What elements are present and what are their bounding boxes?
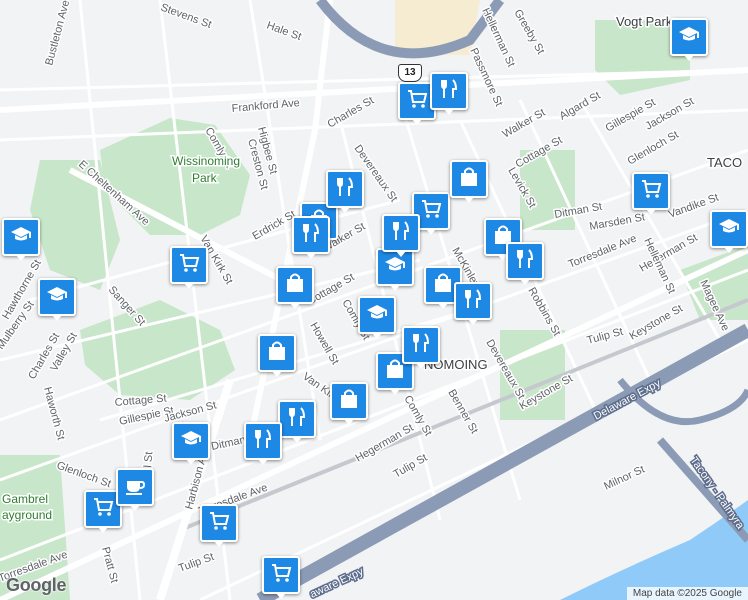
grocery-pin[interactable]	[200, 504, 238, 547]
school-pin[interactable]	[710, 210, 748, 253]
label-howell: Howell St	[307, 321, 341, 367]
restaurant-pin[interactable]	[402, 326, 440, 369]
shopping-cart-icon	[177, 251, 201, 280]
school-pin[interactable]	[376, 248, 414, 291]
fork-knife-icon	[285, 405, 309, 434]
restaurant-pin[interactable]	[292, 216, 330, 259]
restaurant-pin[interactable]	[326, 170, 364, 213]
shopping-pin[interactable]	[258, 334, 296, 377]
label-stevens: Stevens St	[159, 2, 213, 31]
label-vogt-park: Vogt Park	[616, 14, 673, 29]
cafe-pin[interactable]	[116, 468, 154, 511]
school-pin[interactable]	[172, 422, 210, 465]
label-torresdale-ne: Torresdale Ave	[567, 232, 639, 270]
label-tulip-sw: Tulip St	[177, 551, 216, 575]
fork-knife-icon	[251, 427, 275, 456]
school-pin[interactable]	[38, 278, 76, 321]
school-pin[interactable]	[670, 18, 708, 61]
fork-knife-icon	[389, 219, 413, 248]
label-milnor: Milnor St	[602, 463, 646, 492]
graduation-cap-icon	[9, 223, 33, 252]
shopping-cart-icon	[269, 561, 293, 590]
fork-knife-icon	[299, 221, 323, 250]
shopping-bag-icon	[337, 387, 361, 416]
label-glenloch-ne: Glenloch St	[626, 129, 681, 168]
google-logo: Google	[6, 575, 67, 595]
label-bustleton: Bustleton Ave	[43, 0, 72, 67]
label-tulip-s: Tulip St	[392, 452, 430, 481]
label-marsden: Marsden St	[588, 211, 645, 233]
label-taco: TACO	[707, 155, 742, 170]
shopping-bag-icon	[431, 271, 455, 300]
school-pin[interactable]	[358, 296, 396, 339]
fork-knife-icon	[409, 331, 433, 360]
fork-knife-icon	[461, 287, 485, 316]
label-glenloch-sw: Glenloch St	[55, 460, 113, 491]
label-greeby: Greeby St	[511, 8, 546, 57]
map-attribution[interactable]: Map data ©2025 Google	[626, 587, 748, 600]
restaurant-pin[interactable]	[244, 422, 282, 465]
shopping-bag-icon	[283, 271, 307, 300]
fork-knife-icon	[437, 77, 461, 106]
label-pratt: Pratt St	[99, 546, 120, 585]
restaurant-pin[interactable]	[382, 214, 420, 257]
fork-knife-icon	[513, 247, 537, 276]
restaurant-pin[interactable]	[454, 282, 492, 325]
label-tacony-palmyra: Tacony - Palmyra	[688, 455, 747, 532]
shopping-pin[interactable]	[330, 382, 368, 425]
graduation-cap-icon	[717, 215, 741, 244]
coffee-cup-icon	[123, 473, 147, 502]
shopping-cart-icon	[405, 87, 429, 116]
shopping-bag-icon	[265, 339, 289, 368]
delaware-river	[560, 500, 748, 600]
restaurant-pin[interactable]	[430, 72, 468, 115]
label-haworth: Haworth St	[41, 386, 67, 442]
route-13-shield: 13	[398, 64, 422, 82]
shopping-cart-icon	[207, 509, 231, 538]
restaurant-pin[interactable]	[278, 400, 316, 443]
label-tulip-ne: Tulip St	[586, 326, 625, 347]
graduation-cap-icon	[677, 23, 701, 52]
graduation-cap-icon	[179, 427, 203, 456]
shopping-pin[interactable]	[450, 160, 488, 203]
fork-knife-icon	[333, 175, 357, 204]
shopping-cart-icon	[91, 495, 115, 524]
graduation-cap-icon	[365, 301, 389, 330]
grocery-pin[interactable]	[632, 172, 670, 215]
grocery-pin[interactable]	[262, 556, 300, 599]
shopping-bag-icon	[457, 165, 481, 194]
restaurant-pin[interactable]	[506, 242, 544, 285]
school-pin[interactable]	[2, 218, 40, 261]
graduation-cap-icon	[45, 283, 69, 312]
map-canvas[interactable]: Bustleton Ave Stevens St Hale St Frankfo…	[0, 0, 748, 600]
grocery-pin[interactable]	[170, 246, 208, 289]
shopping-cart-icon	[419, 197, 443, 226]
label-hale: Hale St	[265, 20, 303, 44]
shopping-pin[interactable]	[276, 266, 314, 309]
sw-park-area	[80, 300, 235, 400]
shopping-cart-icon	[639, 177, 663, 206]
